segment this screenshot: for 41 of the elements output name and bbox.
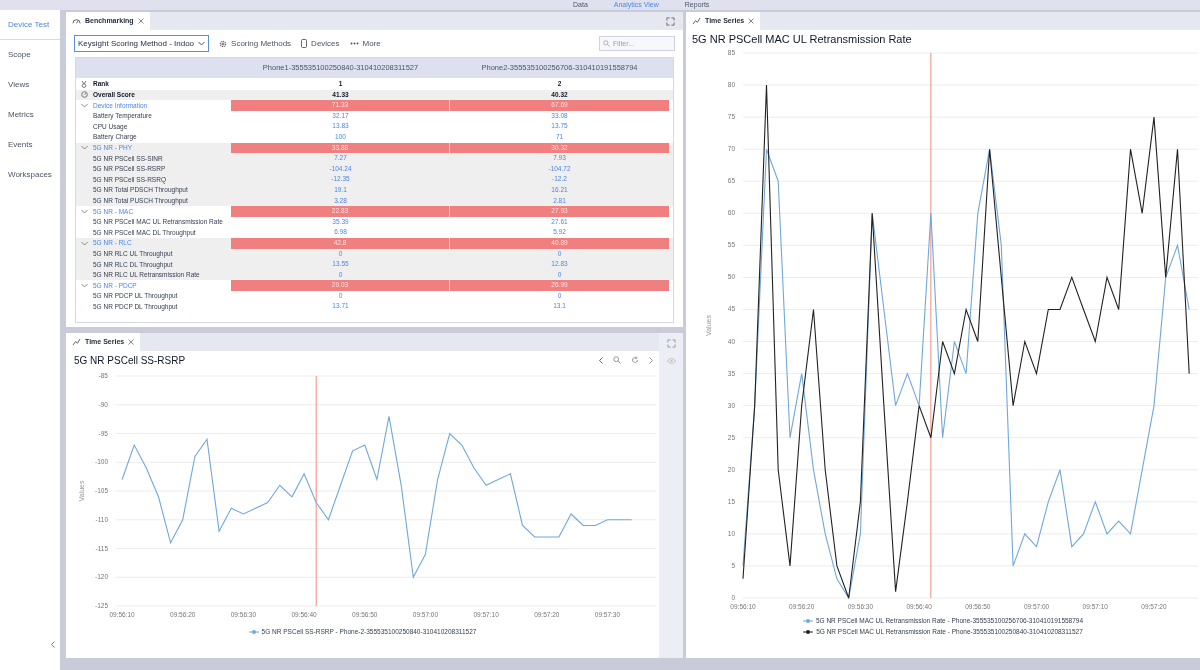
more-icon xyxy=(349,42,359,45)
chevron-down-icon[interactable] xyxy=(81,240,88,246)
more-button[interactable]: More xyxy=(349,37,381,50)
chevron-down-icon[interactable] xyxy=(81,103,88,108)
gear-icon xyxy=(219,39,228,48)
sidebar-item[interactable]: Metrics xyxy=(0,100,60,130)
sidebar-item[interactable]: Events xyxy=(0,130,60,160)
sidebar-item[interactable]: Device Test xyxy=(0,10,60,40)
previous-icon[interactable] xyxy=(599,356,603,364)
gauge-icon xyxy=(72,16,81,26)
reset-icon[interactable] xyxy=(631,356,639,364)
scoring-method-dropdown[interactable]: Keysight Scoring Method - Indoo xyxy=(74,35,210,52)
line-chart-icon xyxy=(72,338,81,346)
sidebar-item[interactable]: Workspaces xyxy=(0,160,60,190)
close-icon[interactable] xyxy=(748,18,755,24)
next-icon[interactable] xyxy=(649,356,653,364)
chart-title: 5G NR PSCell SS-RSRP xyxy=(74,353,186,368)
chevron-down-icon[interactable] xyxy=(81,208,88,214)
legend-marker-icon xyxy=(803,628,814,635)
close-icon[interactable] xyxy=(137,18,144,24)
legend-marker-icon xyxy=(248,628,259,635)
close-icon[interactable] xyxy=(128,339,135,345)
gear-button[interactable]: Scoring Methods xyxy=(219,37,292,50)
expand-icon[interactable] xyxy=(666,339,676,348)
chevron-down-icon[interactable] xyxy=(81,283,88,289)
zoom-icon[interactable] xyxy=(613,356,621,364)
eye-icon[interactable] xyxy=(666,358,676,364)
phone-button[interactable]: Devices xyxy=(301,37,340,50)
search-icon xyxy=(603,40,610,47)
gauge-icon xyxy=(81,91,88,99)
phone-icon xyxy=(301,39,308,48)
sidebar-item[interactable]: Scope xyxy=(0,40,60,70)
chevron-down-icon xyxy=(198,41,206,46)
legend-marker-icon xyxy=(802,617,813,624)
chevron-down-icon[interactable] xyxy=(81,145,88,151)
medal-icon xyxy=(81,80,87,88)
line-chart-icon xyxy=(692,17,701,25)
collapse-icon[interactable] xyxy=(51,641,55,648)
chart-title: 5G NR PSCell MAC UL Retransmission Rate xyxy=(692,31,912,47)
expand-icon[interactable] xyxy=(666,16,675,26)
sidebar-item[interactable]: Views xyxy=(0,70,60,100)
